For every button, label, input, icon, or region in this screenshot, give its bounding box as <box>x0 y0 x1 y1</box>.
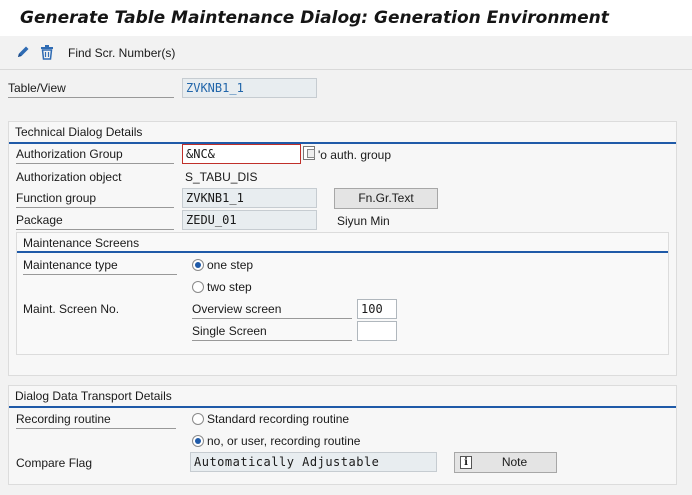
group-divider <box>9 142 676 144</box>
table-view-label: Table/View <box>8 81 174 98</box>
transport-details-title: Dialog Data Transport Details <box>15 389 172 403</box>
function-group-field[interactable]: ZVKNB1_1 <box>182 188 317 208</box>
window-title: Generate Table Maintenance Dialog: Gener… <box>0 0 692 36</box>
package-field[interactable]: ZEDU_01 <box>182 210 317 230</box>
overview-screen-input[interactable]: 100 <box>357 299 397 319</box>
info-icon: i <box>460 456 472 469</box>
one-step-label: one step <box>207 258 254 272</box>
maintenance-type-label: Maintenance type <box>23 258 177 275</box>
group-divider <box>9 406 676 408</box>
find-screen-numbers-button[interactable]: Find Scr. Number(s) <box>68 46 175 60</box>
group-divider <box>17 251 668 253</box>
recording-routine-label: Recording routine <box>16 412 176 429</box>
user-recording-radio[interactable] <box>192 435 204 447</box>
user-recording-label: no, or user, recording routine <box>207 434 361 448</box>
package-label: Package <box>16 213 174 230</box>
single-screen-label: Single Screen <box>192 324 352 341</box>
function-group-label: Function group <box>16 191 174 208</box>
table-view-field[interactable]: ZVKNB1_1 <box>182 78 317 98</box>
authorization-group-label: Authorization Group <box>16 147 174 164</box>
compare-flag-label: Compare Flag <box>16 456 93 470</box>
overview-screen-label: Overview screen <box>192 302 352 319</box>
authorization-group-input[interactable]: &NC& <box>182 144 301 164</box>
standard-recording-radio[interactable] <box>192 413 204 425</box>
two-step-radio[interactable] <box>192 281 204 293</box>
package-owner: Siyun Min <box>337 214 390 228</box>
value-help-icon[interactable] <box>303 146 315 160</box>
maintenance-screens-title: Maintenance Screens <box>23 236 140 250</box>
trash-icon[interactable] <box>39 44 55 60</box>
single-screen-input[interactable] <box>357 321 397 341</box>
authorization-object-label: Authorization object <box>16 170 122 184</box>
one-step-radio[interactable] <box>192 259 204 271</box>
maint-screen-no-label: Maint. Screen No. <box>23 302 120 316</box>
application-toolbar: Find Scr. Number(s) <box>0 36 692 70</box>
function-group-text-button[interactable]: Fn.Gr.Text <box>334 188 438 209</box>
pencil-icon[interactable] <box>15 44 31 60</box>
note-button[interactable]: i Note <box>454 452 557 473</box>
technical-dialog-details-title: Technical Dialog Details <box>15 125 143 139</box>
authorization-group-suffix: 'o auth. group <box>318 148 392 162</box>
compare-flag-field[interactable]: Automatically Adjustable <box>190 452 437 472</box>
standard-recording-label: Standard recording routine <box>207 412 350 426</box>
authorization-object-value: S_TABU_DIS <box>185 170 258 184</box>
note-button-label: Note <box>501 455 528 469</box>
two-step-label: two step <box>207 280 252 294</box>
